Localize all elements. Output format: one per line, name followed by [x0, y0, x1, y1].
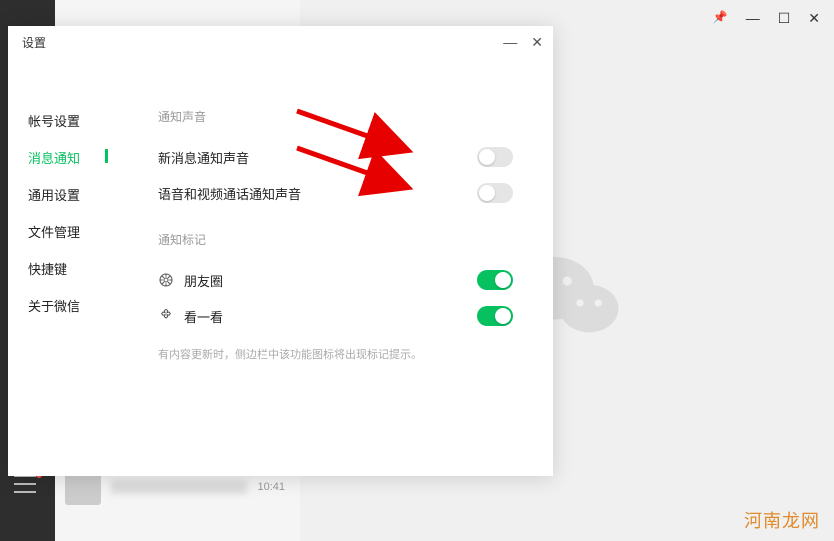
toggle-moments[interactable]: [477, 270, 513, 290]
dialog-minimize-button[interactable]: —: [503, 35, 517, 49]
window-controls: 📌 — ☐ ✕: [699, 0, 834, 37]
dialog-controls: — ✕: [503, 35, 543, 49]
topstories-icon: [158, 308, 174, 324]
menu-icon[interactable]: [14, 475, 36, 493]
pin-icon[interactable]: 📌: [713, 10, 728, 27]
toggle-call-sound[interactable]: [477, 183, 513, 203]
chat-time: 10:41: [257, 481, 285, 493]
dialog-close-button[interactable]: ✕: [531, 35, 543, 49]
setting-label: 朋友圈: [184, 271, 223, 290]
toggle-topstories[interactable]: [477, 306, 513, 326]
setting-label: 看一看: [184, 307, 223, 326]
dialog-header: 设置 — ✕: [8, 26, 553, 58]
nav-account[interactable]: 帐号设置: [28, 102, 118, 139]
setting-label: 语音和视频通话通知声音: [158, 184, 301, 203]
setting-moments: 朋友圈: [158, 262, 513, 298]
settings-dialog: 设置 — ✕ 帐号设置 消息通知 通用设置 文件管理 快捷键 关于微信 通知声音…: [8, 26, 553, 476]
setting-topstories: 看一看: [158, 298, 513, 334]
setting-new-message-sound: 新消息通知声音: [158, 139, 513, 175]
section-badge-heading: 通知标记: [158, 231, 513, 248]
close-button[interactable]: ✕: [808, 10, 820, 27]
dialog-title: 设置: [22, 34, 46, 51]
toggle-new-message-sound[interactable]: [477, 147, 513, 167]
nav-files[interactable]: 文件管理: [28, 213, 118, 250]
minimize-button[interactable]: —: [746, 10, 760, 27]
watermark: 河南龙网: [744, 507, 820, 533]
maximize-button[interactable]: ☐: [778, 10, 791, 27]
setting-label: 新消息通知声音: [158, 148, 249, 167]
settings-pane: 通知声音 新消息通知声音 语音和视频通话通知声音 通知标记: [118, 58, 553, 476]
section-sound-heading: 通知声音: [158, 108, 513, 125]
chat-preview: [111, 480, 247, 494]
nav-about[interactable]: 关于微信: [28, 287, 118, 324]
setting-call-sound: 语音和视频通话通知声音: [158, 175, 513, 211]
nav-general[interactable]: 通用设置: [28, 176, 118, 213]
settings-nav: 帐号设置 消息通知 通用设置 文件管理 快捷键 关于微信: [8, 58, 118, 476]
moments-icon: [158, 272, 174, 288]
nav-shortcuts[interactable]: 快捷键: [28, 250, 118, 287]
badge-hint: 有内容更新时，侧边栏中该功能图标将出现标记提示。: [158, 346, 513, 362]
nav-notifications[interactable]: 消息通知: [28, 139, 118, 176]
